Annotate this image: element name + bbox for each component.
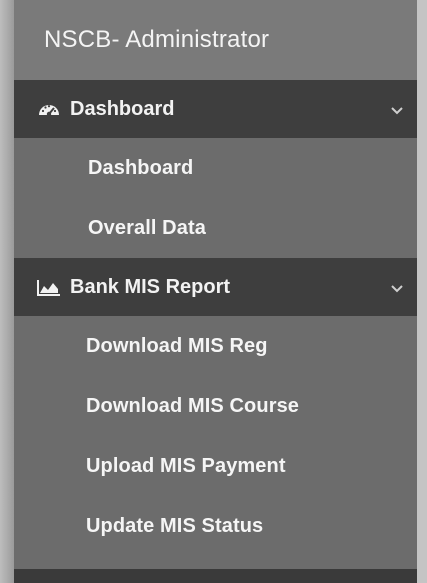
page-left-edge [0,0,14,583]
submenu-item-dashboard[interactable]: Dashboard [14,138,417,198]
sidebar-section-bank-mis-report[interactable]: Bank MIS Report [14,258,417,316]
submenu-item-overall-data[interactable]: Overall Data [14,198,417,258]
sidebar: NSCB- Administrator Dashboard Dashboard … [14,0,417,583]
next-section-header[interactable] [14,569,417,583]
submenu-item-upload-mis-payment[interactable]: Upload MIS Payment [14,436,417,496]
submenu-bank-mis-report: Download MIS Reg Download MIS Course Upl… [14,316,417,556]
dashboard-gauge-icon [36,99,62,119]
area-chart-icon [36,277,62,297]
page-right-edge [417,0,427,583]
sidebar-section-label: Bank MIS Report [70,275,231,298]
sidebar-section-dashboard[interactable]: Dashboard [14,80,417,138]
submenu-dashboard: Dashboard Overall Data [14,138,417,258]
submenu-item-update-mis-status[interactable]: Update MIS Status [14,496,417,556]
sidebar-brand[interactable]: NSCB- Administrator [14,0,417,80]
sidebar-section-label: Dashboard [70,97,175,120]
chevron-down-icon [389,279,405,295]
chevron-down-icon [389,101,405,117]
submenu-item-download-mis-reg[interactable]: Download MIS Reg [14,316,417,376]
submenu-item-download-mis-course[interactable]: Download MIS Course [14,376,417,436]
